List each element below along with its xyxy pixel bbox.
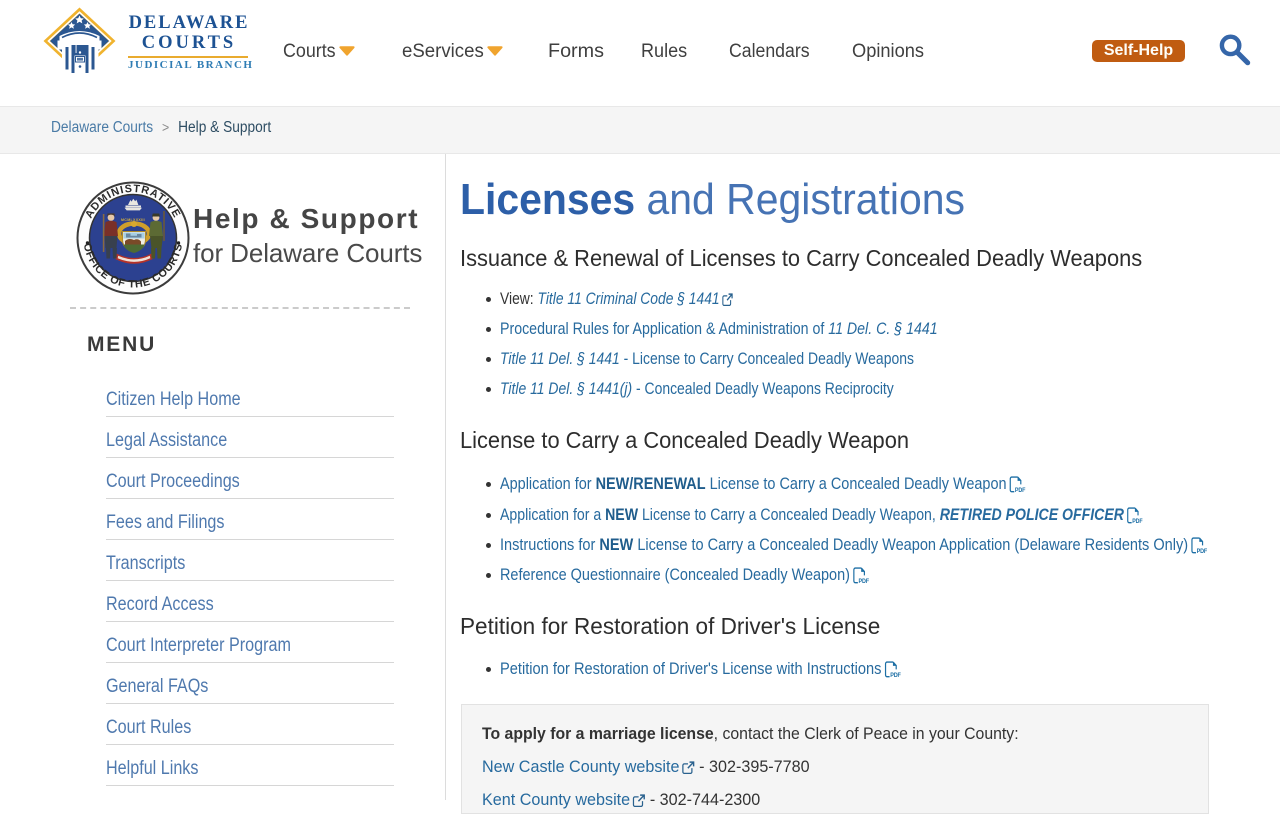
svg-text:PDF: PDF	[1015, 488, 1026, 494]
svg-text:PDF: PDF	[1196, 549, 1207, 555]
svg-text:PDF: PDF	[1132, 518, 1143, 525]
svg-text:PDF: PDF	[890, 673, 901, 679]
svg-text:PDF: PDF	[858, 579, 869, 585]
